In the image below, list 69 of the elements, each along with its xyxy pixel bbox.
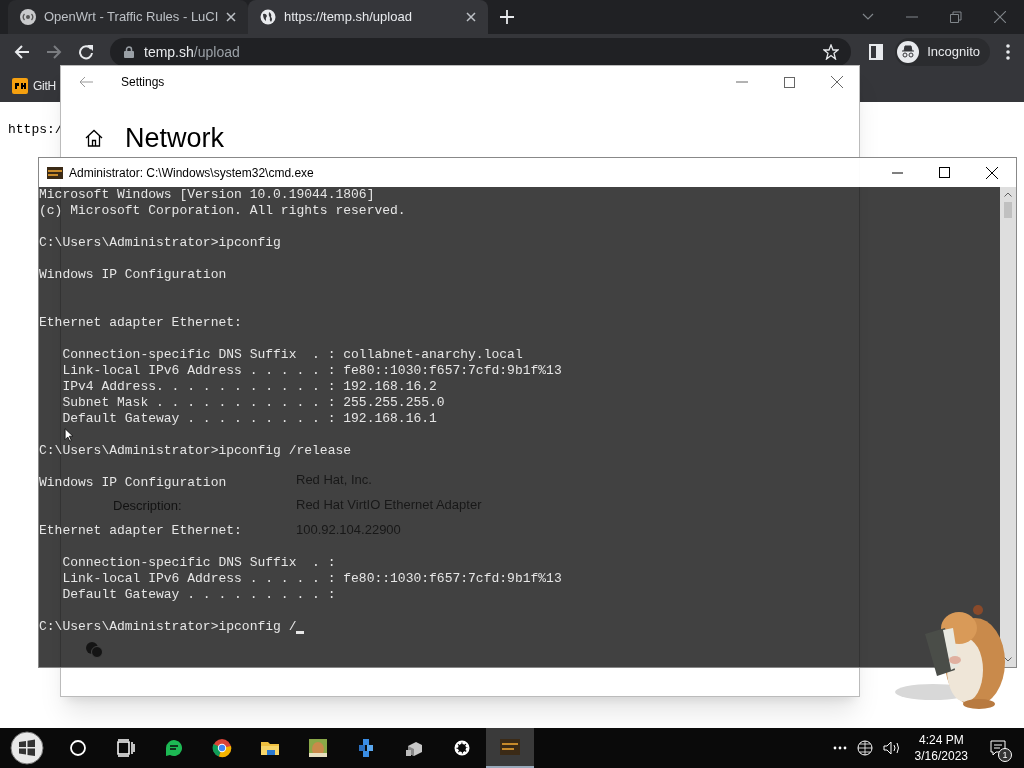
terminal-line: Ethernet adapter Ethernet: — [39, 523, 242, 539]
radio-waves-icon — [20, 9, 36, 25]
terminal-line: Subnet Mask . . . . . . . . . . . : 255.255.255.0 — [61, 395, 445, 411]
terminal-line: Connection-specific DNS Suffix . : — [61, 555, 336, 571]
url-text: temp.sh/upload — [144, 42, 241, 62]
scroll-up-icon[interactable] — [1004, 192, 1012, 197]
side-panel-icon[interactable] — [869, 44, 884, 60]
speaker-icon[interactable] — [882, 741, 901, 755]
scrollbar[interactable] — [1000, 187, 1016, 667]
terminal-line: Connection-specific DNS Suffix . : collabnet-anarchy.local — [61, 347, 523, 363]
terminal-line: Windows IP Configuration — [39, 267, 227, 283]
clock[interactable]: 4:24 PM 3/16/2023 — [910, 732, 972, 764]
hamster-app-icon — [308, 738, 328, 758]
incognito-button[interactable]: Incognito — [895, 38, 990, 66]
console-icon — [47, 166, 63, 179]
lock-icon — [124, 46, 134, 58]
minimize-icon[interactable] — [892, 171, 903, 174]
clock-date: 3/16/2023 — [914, 748, 968, 764]
taskbar-button[interactable] — [486, 728, 534, 768]
terminal-line: Ethernet adapter Ethernet: — [39, 315, 242, 331]
bookmark-link[interactable]: GitH — [33, 77, 56, 95]
terminal-line: (c) Microsoft Corporation. All rights reserved. — [39, 203, 406, 219]
chrome-icon — [212, 738, 232, 758]
clock-time: 4:24 PM — [918, 732, 964, 748]
scrollbar-thumb[interactable] — [1004, 202, 1012, 218]
terminal-line: Default Gateway . . . . . . . . . : 192.168.16.1 — [61, 411, 437, 427]
tab-title: OpenWrt - Traffic Rules - LuCI — [44, 8, 219, 27]
window-title: Administrator: C:\Windows\system32\cmd.exe — [69, 164, 314, 182]
mouse-pointer-icon — [64, 428, 74, 442]
chat-bubble-icon — [164, 738, 184, 758]
incognito-icon — [897, 41, 920, 63]
globe-icon — [260, 9, 276, 25]
browser-tab[interactable]: https://temp.sh/upload — [248, 0, 488, 34]
terminal-line: IPv4 Address. . . . . . . . . . . : 192.168.16.2 — [61, 379, 437, 395]
window-title: Settings — [121, 74, 165, 91]
maximize-icon[interactable] — [939, 167, 950, 178]
more-menu-icon[interactable] — [1006, 44, 1010, 60]
terminal-line: C:\Users\Administrator>ipconfig — [39, 235, 281, 251]
home-icon[interactable] — [85, 129, 103, 147]
restore-icon[interactable] — [950, 11, 962, 23]
terminal-line: Windows IP Configuration — [39, 475, 227, 491]
forward-arrow-icon[interactable] — [46, 44, 62, 60]
console-icon — [500, 737, 520, 757]
terminal-line: Link-local IPv6 Address . . . . . : fe80::1030:f657:7cfd:9b1f%13 — [61, 571, 562, 587]
page-heading: Network — [125, 121, 225, 155]
notification-icon — [990, 740, 1006, 756]
search-icon — [68, 738, 88, 758]
notification-count: 1 — [998, 748, 1012, 762]
terminal-line: C:\Users\Administrator>ipconfig /release — [39, 443, 352, 459]
plus-icon[interactable] — [500, 10, 514, 24]
browser-tab[interactable]: OpenWrt - Traffic Rules - LuCI — [8, 0, 248, 34]
chevron-down-icon[interactable] — [862, 13, 874, 21]
tab-title: https://temp.sh/upload — [284, 8, 413, 27]
close-icon[interactable] — [986, 166, 998, 179]
reload-icon[interactable] — [78, 44, 94, 60]
more-icon[interactable] — [832, 746, 847, 750]
bookmark-logo-icon — [12, 78, 28, 94]
windows-logo-icon — [10, 731, 44, 765]
task-view-icon — [116, 738, 136, 758]
address-bar[interactable]: temp.sh/upload — [110, 38, 852, 66]
network-globe-icon[interactable] — [856, 740, 873, 756]
terminal-line: Default Gateway . . . . . . . . . : — [61, 587, 336, 603]
terminal-line: Link-local IPv6 Address . . . . . : fe80::1030:f657:7cfd:9b1f%13 — [61, 363, 562, 379]
notification-button[interactable]: 1 — [982, 728, 1014, 768]
settings-icon — [452, 738, 472, 758]
page-text: https:/ — [8, 122, 63, 137]
terminal-line: C:\Users\Administrator>ipconfig / — [39, 619, 297, 635]
terminal-line: Microsoft Windows [Version 10.0.19044.1806] — [39, 187, 375, 203]
star-icon[interactable] — [823, 44, 840, 60]
